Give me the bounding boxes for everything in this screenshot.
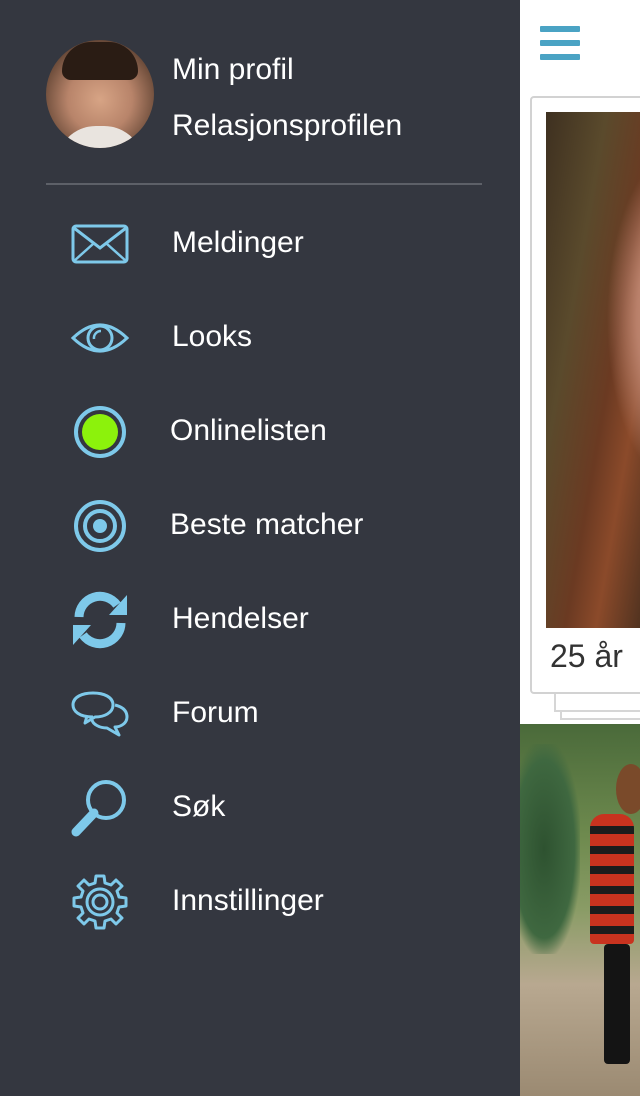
menu-item-forum[interactable]: Forum	[0, 667, 520, 761]
main-content: 25 år	[520, 0, 640, 1096]
hamburger-menu-icon[interactable]	[540, 26, 582, 62]
avatar-hair	[62, 42, 138, 80]
menu-label: Søk	[172, 790, 226, 823]
menu-label: Beste matcher	[170, 508, 364, 541]
menu-label: Hendelser	[172, 602, 309, 635]
gear-icon	[68, 873, 132, 931]
refresh-icon	[68, 591, 132, 649]
envelope-icon	[68, 215, 132, 273]
chat-bubbles-icon	[68, 685, 132, 743]
menu-item-beste-matcher[interactable]: Beste matcher	[0, 479, 520, 573]
target-icon	[68, 497, 132, 555]
menu-label: Onlinelisten	[170, 414, 327, 447]
relation-profile-link[interactable]: Relasjonsprofilen	[172, 108, 402, 144]
menu-item-onlinelisten[interactable]: Onlinelisten	[0, 385, 520, 479]
menu-label: Looks	[172, 320, 253, 353]
menu-label: Innstillinger	[172, 884, 324, 917]
menu-label: Meldinger	[172, 226, 304, 259]
menu-item-meldinger[interactable]: Meldinger	[0, 197, 520, 291]
profile-divider	[46, 183, 482, 185]
menu-item-sok[interactable]: Søk	[0, 761, 520, 855]
profile-card[interactable]: 25 år	[530, 96, 640, 694]
top-bar	[520, 0, 640, 92]
menu-label: Forum	[172, 696, 259, 729]
profile-avatar[interactable]	[46, 40, 154, 148]
avatar-shirt	[56, 126, 144, 148]
profile-photo	[546, 112, 640, 628]
menu-item-hendelser[interactable]: Hendelser	[0, 573, 520, 667]
menu-item-looks[interactable]: Looks	[0, 291, 520, 385]
online-status-icon	[68, 403, 132, 461]
menu-item-innstillinger[interactable]: Innstillinger	[0, 855, 520, 949]
navigation-drawer: Min profil Relasjonsprofilen Meldinger L…	[0, 0, 520, 1096]
search-icon	[68, 779, 132, 837]
profile-photo[interactable]	[520, 724, 640, 1096]
eye-icon	[68, 309, 132, 367]
profile-age: 25 år	[550, 638, 623, 674]
my-profile-link[interactable]: Min profil	[172, 52, 294, 88]
